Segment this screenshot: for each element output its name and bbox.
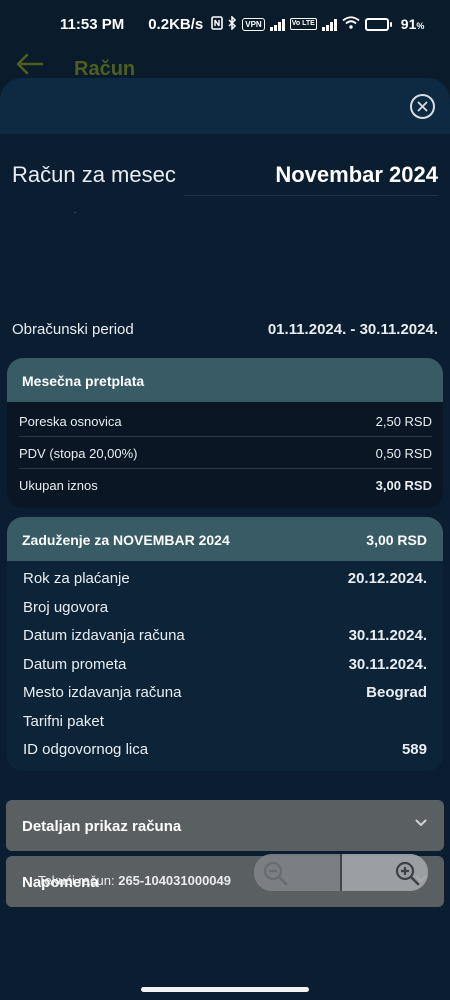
row-label: Datum izdavanja računa: [23, 627, 185, 644]
account-value: 265-104031000049: [118, 873, 231, 888]
zoom-out-button[interactable]: [254, 854, 340, 891]
detail-row: Datum prometa 30.11.2024.: [23, 656, 427, 678]
account-label: Tekući račun:: [38, 873, 115, 888]
row-label: Poreska osnovica: [19, 414, 122, 429]
subscription-total-row: Ukupan iznos 3,00 RSD: [19, 470, 432, 501]
subscription-card: Mesečna pretplata Poreska osnovica 2,50 …: [7, 358, 443, 508]
detail-row: Tarifni paket: [23, 713, 427, 735]
battery-icon: [364, 17, 392, 31]
month-underline: [184, 195, 438, 196]
detail-row: Rok za plaćanje 20.12.2024.: [23, 570, 427, 592]
month-value[interactable]: Novembar 2024: [275, 162, 438, 188]
status-icons: VPN Vo LTE 91%: [211, 14, 425, 33]
home-indicator[interactable]: [141, 987, 309, 992]
charge-amount: 3,00 RSD: [366, 532, 427, 548]
row-value: 589: [401, 741, 427, 758]
charge-card: Zaduženje za NOVEMBAR 2024 3,00 RSD Rok …: [7, 517, 443, 771]
row-label: PDV (stopa 20,00%): [19, 446, 138, 461]
row-label: ID odgovornog lica: [23, 741, 149, 758]
signal-icon-2: [321, 18, 337, 31]
charge-title: Zaduženje za NOVEMBAR 2024: [22, 532, 230, 548]
close-icon: [417, 101, 428, 112]
signal-icon: [269, 18, 285, 31]
divider: [74, 212, 76, 213]
zoom-in-icon: [395, 861, 420, 886]
subscription-row: PDV (stopa 20,00%) 0,50 RSD: [19, 438, 432, 469]
row-label: Broj ugovora: [23, 599, 109, 616]
row-value: 2,50 RSD: [375, 414, 432, 429]
accordion-bill-details[interactable]: Detaljan prikaz računa: [6, 800, 444, 851]
bluetooth-icon: [228, 14, 237, 33]
subscription-title: Mesečna pretplata: [7, 358, 443, 402]
status-time: 11:53 PM: [60, 15, 125, 33]
battery-level: 91%: [400, 16, 425, 32]
row-value: 30.11.2024.: [348, 627, 427, 644]
network-speed: 0.2KB/s: [148, 15, 204, 33]
detail-row: Broj ugovora: [23, 599, 427, 621]
row-label: Tarifni paket: [23, 713, 104, 730]
row-label: Datum prometa: [23, 656, 127, 673]
detail-row: ID odgovornog lica 589: [23, 741, 427, 763]
sheet-header: [0, 78, 450, 134]
month-selector[interactable]: Račun za mesec Novembar 2024: [12, 162, 438, 196]
accordion-label: Detaljan prikaz računa: [22, 818, 182, 835]
wifi-icon: [342, 16, 360, 32]
volte-icon: Vo LTE: [289, 18, 317, 30]
nfc-icon: [211, 15, 224, 33]
row-label: Rok za plaćanje: [23, 570, 130, 587]
period-label: Obračunski period: [12, 321, 134, 338]
current-account: Tekući račun: 265-104031000049: [38, 873, 231, 888]
row-label: Ukupan iznos: [19, 478, 98, 493]
row-value: 0,50 RSD: [375, 446, 432, 461]
detail-row: Datum izdavanja računa 30.11.2024.: [23, 627, 427, 649]
zoom-controls: [254, 854, 428, 891]
status-bar: 11:53 PM 0.2KB/s VPN Vo LTE 91%: [0, 0, 450, 48]
period-value: 01.11.2024. - 30.11.2024.: [267, 321, 438, 338]
row-value: 20.12.2024.: [347, 570, 427, 587]
row-value: Beograd: [366, 684, 427, 701]
month-label: Račun za mesec: [12, 162, 176, 187]
detail-row: Mesto izdavanja računa Beograd: [23, 684, 427, 706]
zoom-out-icon: [263, 861, 288, 886]
chevron-down-icon: [415, 814, 427, 831]
close-button[interactable]: [410, 94, 435, 119]
zoom-in-button[interactable]: [340, 854, 428, 891]
row-value: 30.11.2024.: [348, 656, 427, 673]
row-label: Mesto izdavanja računa: [23, 684, 182, 701]
row-value: 3,00 RSD: [375, 478, 432, 493]
billing-period: Obračunski period 01.11.2024. - 30.11.20…: [12, 321, 438, 341]
back-arrow-icon[interactable]: [14, 52, 44, 81]
vpn-icon: VPN: [242, 17, 265, 31]
charge-header: Zaduženje za NOVEMBAR 2024 3,00 RSD: [7, 517, 443, 561]
subscription-row: Poreska osnovica 2,50 RSD: [19, 406, 432, 437]
